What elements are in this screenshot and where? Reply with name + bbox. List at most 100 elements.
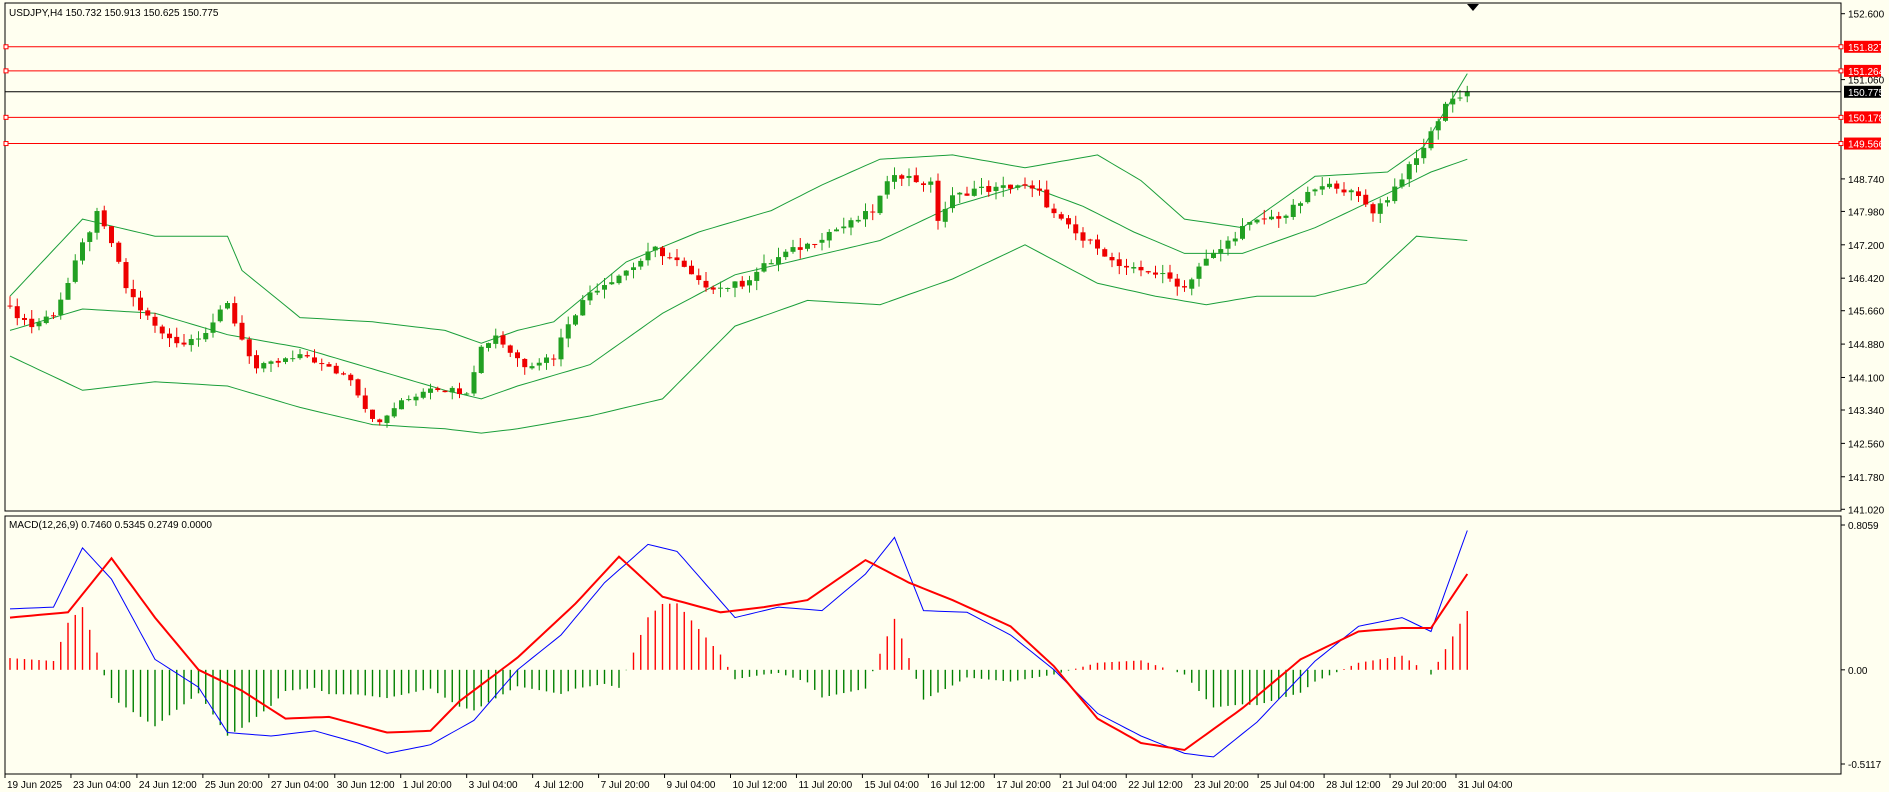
candle-body [370, 409, 375, 419]
candle-body [645, 251, 651, 261]
price-axis-label: 147.980 [1848, 207, 1885, 218]
candle-body [254, 355, 259, 369]
time-axis-label: 25 Jul 04:00 [1260, 780, 1315, 791]
candle-body [196, 338, 201, 340]
candle-body [341, 373, 346, 375]
time-axis-label: 16 Jul 12:00 [930, 780, 985, 791]
candle-body [1189, 279, 1195, 289]
chart-window[interactable]: 151.827 151.264 150.178 149.566 150.775 152.… [0, 0, 1889, 792]
level-anchor-right [1838, 141, 1844, 147]
price-axis-label: 151.060 [1848, 76, 1885, 87]
candle-body [1000, 185, 1006, 188]
candle-body [1008, 184, 1013, 189]
chart-canvas[interactable]: 151.827151.264150.178149.566150.775 152.… [0, 0, 1889, 792]
candle-body [420, 391, 426, 398]
candle-body [747, 280, 752, 286]
candle-body [217, 309, 223, 322]
macd-axis-label: 0.00 [1848, 666, 1868, 677]
candle-body [776, 257, 781, 265]
candle-body [718, 287, 723, 289]
candle-body [536, 362, 542, 366]
candle-body [449, 387, 455, 393]
time-axis-label: 30 Jun 12:00 [337, 780, 395, 791]
candle-body [1240, 225, 1245, 239]
macd-line [9, 530, 1468, 758]
candle-body [841, 226, 847, 229]
chart-shift-marker-icon[interactable] [1467, 4, 1479, 11]
candle-body [471, 372, 477, 394]
candle-body [391, 408, 397, 417]
candle-body [892, 175, 897, 182]
level-price-label: 150.178 [1848, 113, 1885, 124]
candle-body [754, 271, 760, 281]
level-anchor-left [3, 141, 9, 147]
time-axis-label: 11 Jul 20:00 [798, 780, 852, 791]
price-axis-label: 148.740 [1848, 175, 1885, 186]
candle-body [1399, 179, 1405, 187]
candle-body [805, 243, 810, 249]
candle-body [464, 393, 470, 395]
candle-body [1450, 98, 1456, 105]
candle-body [848, 220, 854, 228]
macd-histogram [9, 603, 1468, 736]
candle-body [1254, 219, 1260, 223]
candle-body [544, 357, 549, 363]
price-axis-label: 152.600 [1848, 10, 1885, 21]
candle-body [7, 305, 13, 307]
candle-body [500, 335, 506, 345]
price-axis-label: 144.880 [1848, 340, 1885, 351]
candle-body [225, 302, 230, 309]
candle-body [1124, 265, 1129, 268]
symbol-header: USDJPY,H4 150.732 150.913 150.625 150.77… [9, 8, 219, 19]
candlesticks [7, 85, 1470, 428]
candle-body [1203, 258, 1209, 266]
bollinger-middle-band [9, 158, 1468, 400]
candle-body [710, 287, 716, 290]
candle-body [297, 354, 303, 359]
candle-body [667, 257, 673, 259]
candle-body [971, 188, 977, 196]
candle-body [348, 374, 354, 381]
candle-body [413, 396, 419, 401]
candle-body [797, 247, 803, 250]
candle-body [384, 415, 390, 423]
candle-body [1421, 147, 1427, 159]
candle-body [188, 338, 194, 346]
candle-body [884, 181, 890, 195]
time-axis-label: 4 Jul 12:00 [535, 780, 584, 791]
candle-body [87, 232, 93, 242]
candle-body [812, 243, 818, 245]
candle-body [290, 358, 296, 360]
candle-body [101, 210, 107, 227]
candle-body [123, 262, 129, 289]
candle-body [783, 251, 789, 258]
candle-body [674, 257, 680, 261]
candle-body [957, 192, 963, 195]
candle-body [573, 315, 578, 325]
macd-axis-label: 0.8059 [1848, 521, 1879, 532]
candle-body [1095, 239, 1100, 249]
time-axis-label: 3 Jul 04:00 [469, 780, 518, 791]
candle-body [906, 175, 912, 178]
candle-body [623, 270, 629, 276]
candle-body [696, 275, 702, 281]
candle-body [1261, 218, 1267, 220]
candle-body [1392, 186, 1398, 202]
macd-signal-line [9, 555, 1469, 752]
candle-body [167, 333, 172, 339]
time-axis-label: 28 Jul 12:00 [1326, 780, 1381, 791]
candle-body [246, 339, 252, 357]
candle-body [660, 247, 665, 257]
candle-body [1218, 249, 1224, 253]
candle-body [1363, 194, 1369, 205]
candle-body [116, 242, 122, 262]
candle-body [935, 180, 941, 221]
candle-body [478, 346, 484, 374]
candle-body [739, 280, 745, 287]
time-axis-label: 23 Jun 04:00 [73, 780, 131, 791]
level-anchor-left [3, 114, 9, 120]
candle-body [913, 175, 919, 183]
horizontal-levels[interactable]: 151.827151.264150.178149.566150.775 [3, 40, 1885, 151]
candle-body [493, 335, 499, 344]
time-axis-label: 21 Jul 04:00 [1062, 780, 1117, 791]
